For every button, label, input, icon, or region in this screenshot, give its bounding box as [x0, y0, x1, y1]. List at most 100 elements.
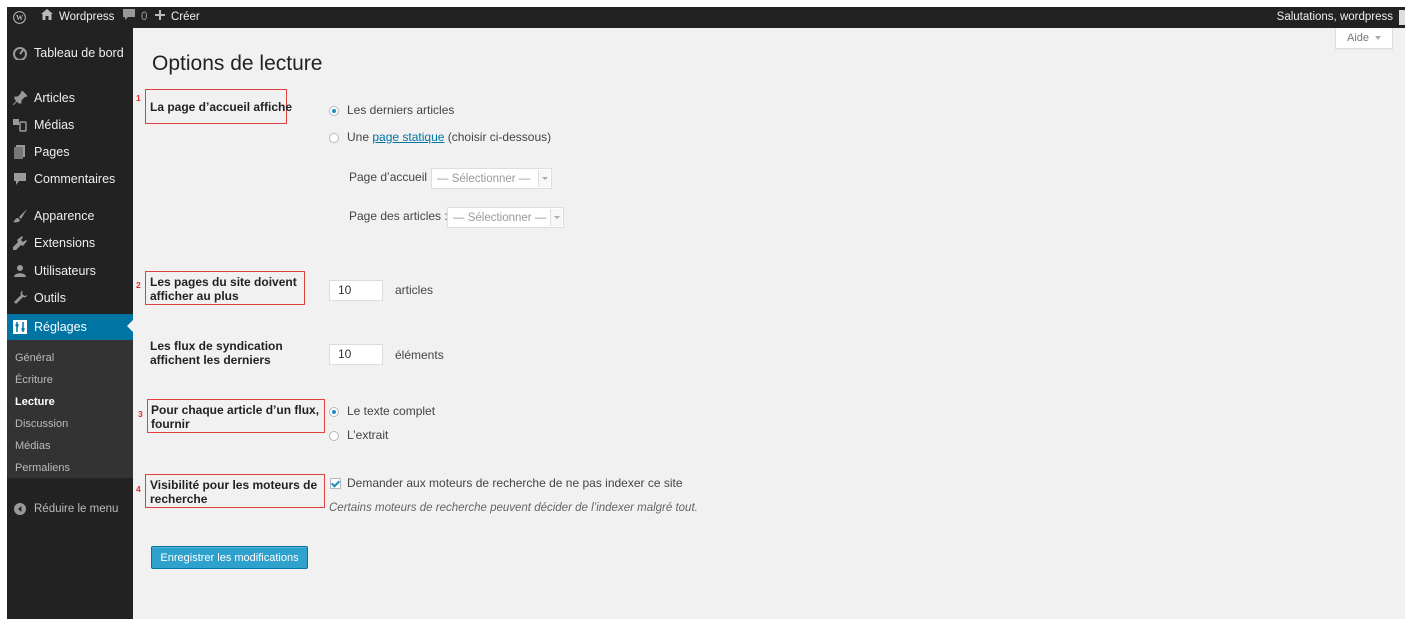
- posts-per-rss-input[interactable]: 10: [329, 344, 383, 365]
- posts-per-rss-unit: éléments: [395, 348, 444, 362]
- account-link[interactable]: Salutations, wordpress: [1277, 7, 1393, 28]
- search-visibility-label: Visibilité pour les moteurs de recherche: [150, 478, 317, 506]
- annotation-number: 1: [136, 93, 141, 103]
- radio-static-page[interactable]: [329, 133, 339, 143]
- radio-latest-posts[interactable]: [329, 106, 339, 116]
- collapse-menu-button[interactable]: Réduire le menu: [7, 497, 133, 521]
- pin-icon: [12, 90, 28, 106]
- menu-item-users[interactable]: Utilisateurs: [7, 259, 133, 283]
- help-label: Aide: [1346, 32, 1370, 44]
- posts-per-page-input[interactable]: 10: [329, 280, 383, 301]
- brush-icon: [13, 209, 27, 223]
- svg-text:W: W: [16, 14, 24, 22]
- users-icon: [13, 264, 27, 278]
- label-line: afficher au plus: [150, 289, 239, 303]
- wp-admin-window: W Wordpress 0 Créer Salutations, wordpre…: [7, 7, 1405, 619]
- static-prefix: Une: [347, 130, 370, 144]
- menu-item-pages[interactable]: Pages: [7, 140, 133, 164]
- menu-label: Extensions: [34, 236, 96, 250]
- menu-item-media[interactable]: Médias: [7, 113, 133, 137]
- annotation-number: 2: [136, 280, 141, 290]
- label-line: Pour chaque article d’un flux,: [151, 403, 320, 417]
- collapse-arrow-icon: [13, 502, 27, 516]
- menu-label: Articles: [34, 91, 75, 105]
- posts-per-page-label: Les pages du site doivent afficher au pl…: [150, 275, 297, 303]
- comments-link[interactable]: 0: [123, 7, 147, 28]
- menu-label: Utilisateurs: [34, 264, 96, 278]
- select-arrow-icon: [538, 170, 550, 187]
- search-visibility-description: Certains moteurs de recherche peuvent dé…: [329, 502, 698, 514]
- plugin-icon: [13, 236, 27, 250]
- discourage-search-label: Demander aux moteurs de recherche de ne …: [347, 476, 683, 490]
- pages-icon: [13, 145, 27, 159]
- discourage-search-checkbox[interactable]: [330, 478, 341, 489]
- static-suffix: (choisir ci-dessous): [447, 130, 552, 144]
- postspage-select-value: — Sélectionner —: [453, 211, 547, 224]
- admin-bar: W Wordpress 0 Créer Salutations, wordpre…: [7, 7, 1405, 28]
- posts-per-page-unit: articles: [395, 283, 434, 297]
- new-label: Créer: [171, 11, 200, 23]
- settings-submenu: Général Écriture Lecture Discussion Médi…: [7, 340, 133, 478]
- option-static-page-label: Une page statique (choisir ci-dessous): [347, 130, 551, 144]
- label-line: fournir: [151, 417, 190, 431]
- plus-icon: [155, 7, 165, 28]
- home-icon: [41, 7, 53, 28]
- submenu-item-general[interactable]: Général: [15, 350, 54, 366]
- static-page-link[interactable]: page statique: [372, 130, 444, 144]
- rss-excerpt-label: Pour chaque article d’un flux, fournir: [151, 403, 319, 431]
- wordpress-logo-icon[interactable]: W: [13, 7, 26, 28]
- menu-item-dashboard[interactable]: Tableau de bord: [7, 41, 133, 65]
- collapse-label: Réduire le menu: [34, 503, 119, 515]
- menu-label: Outils: [34, 291, 66, 305]
- site-name: Wordpress: [59, 11, 115, 23]
- menu-label: Médias: [34, 118, 75, 132]
- page-title: Options de lecture: [152, 52, 323, 75]
- chevron-down-icon: [1375, 36, 1382, 40]
- front-page-label: La page d’accueil affiche: [150, 100, 293, 114]
- menu-item-comments[interactable]: Commentaires: [7, 167, 133, 191]
- main-content: Aide Options de lecture 1 La page d’accu…: [133, 28, 1405, 619]
- submenu-item-media[interactable]: Médias: [15, 438, 50, 454]
- homepage-select-label: Page d’accueil :: [349, 170, 434, 184]
- menu-item-appearance[interactable]: Apparence: [7, 204, 133, 228]
- site-name-link[interactable]: Wordpress: [41, 7, 114, 28]
- label-line: recherche: [150, 492, 208, 506]
- media-icon: [13, 118, 27, 132]
- submenu-item-discussion[interactable]: Discussion: [15, 416, 68, 432]
- radio-excerpt[interactable]: [329, 431, 339, 441]
- submenu-item-reading[interactable]: Lecture: [15, 394, 55, 410]
- settings-icon: [13, 320, 27, 334]
- avatar[interactable]: [1399, 10, 1405, 25]
- dashboard-icon: [13, 46, 27, 61]
- new-content-link[interactable]: Créer: [155, 7, 200, 28]
- menu-label: Pages: [34, 145, 70, 159]
- option-excerpt-label: L’extrait: [347, 428, 389, 442]
- comment-icon: [13, 172, 27, 186]
- option-full-text-label: Le texte complet: [347, 404, 436, 418]
- menu-label: Commentaires: [34, 172, 116, 186]
- menu-item-plugins[interactable]: Extensions: [7, 231, 133, 255]
- comment-bubble-icon: [123, 7, 135, 28]
- submenu-item-permalinks[interactable]: Permaliens: [15, 460, 70, 476]
- menu-label: Apparence: [34, 209, 95, 223]
- submenu-item-writing[interactable]: Écriture: [15, 372, 53, 388]
- radio-full-text[interactable]: [329, 407, 339, 417]
- postspage-select[interactable]: — Sélectionner —: [447, 207, 564, 228]
- annotation-number: 3: [138, 409, 143, 419]
- greeting: Salutations, wordpress: [1276, 11, 1393, 23]
- comments-count: 0: [141, 11, 148, 23]
- menu-item-tools[interactable]: Outils: [7, 286, 133, 310]
- label-line: Les flux de syndication: [150, 339, 283, 353]
- homepage-select[interactable]: — Sélectionner —: [431, 168, 552, 189]
- menu-item-articles[interactable]: Articles: [7, 86, 133, 110]
- label-line: Les pages du site doivent: [150, 275, 297, 289]
- posts-per-rss-label: Les flux de syndication affichent les de…: [150, 339, 283, 367]
- save-changes-button[interactable]: Enregistrer les modifications: [151, 546, 308, 569]
- homepage-select-value: — Sélectionner —: [437, 172, 531, 185]
- menu-item-settings[interactable]: Réglages: [7, 314, 133, 340]
- select-arrow-icon: [550, 209, 562, 226]
- label-line: affichent les derniers: [150, 353, 271, 367]
- help-tab[interactable]: Aide: [1335, 28, 1393, 49]
- menu-label: Tableau de bord: [34, 46, 124, 60]
- option-latest-posts-label: Les derniers articles: [347, 103, 455, 117]
